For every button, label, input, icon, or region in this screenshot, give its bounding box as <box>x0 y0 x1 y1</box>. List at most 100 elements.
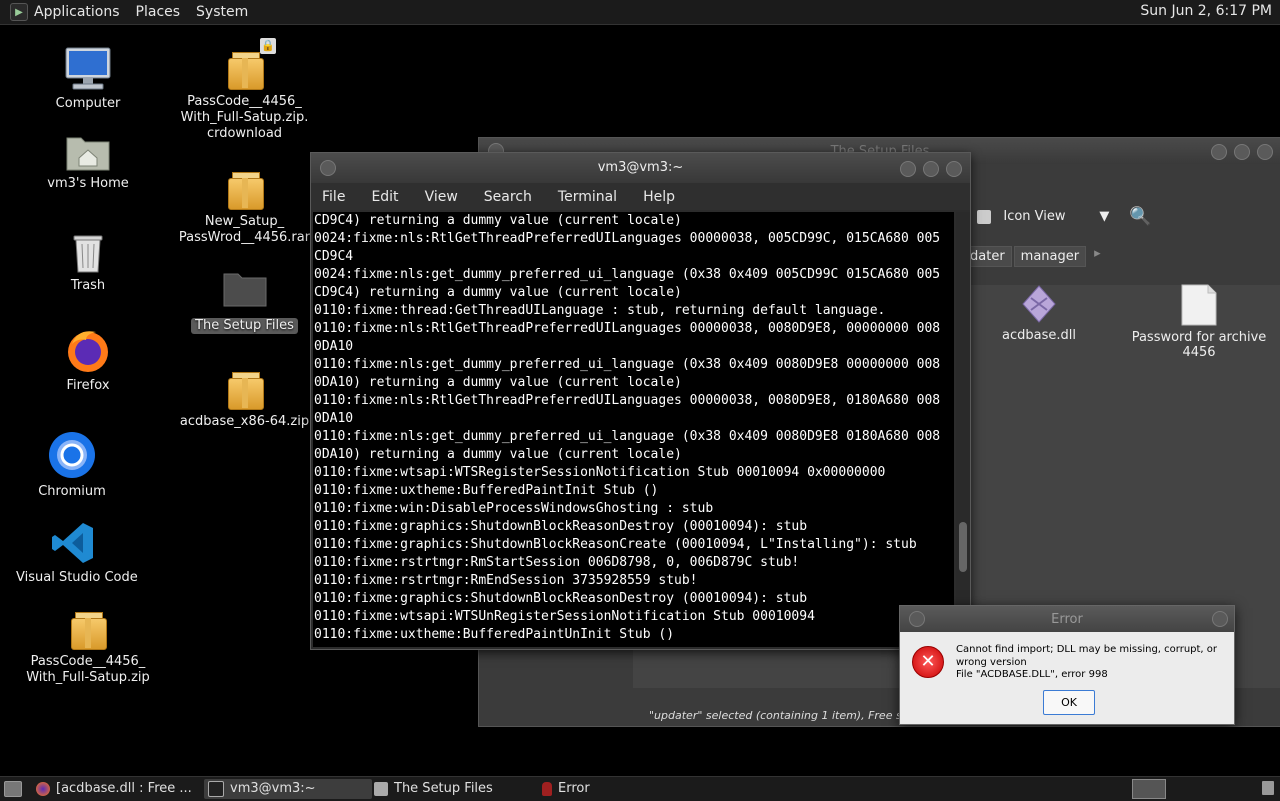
taskbar-item-error[interactable]: Error <box>542 779 662 799</box>
terminal-line: 0110:fixme:wtsapi:WTSRegisterSessionNoti… <box>314 465 886 480</box>
desktop-icon-label: acdbase_x86-64.zip <box>179 414 310 429</box>
menu-help[interactable]: Help <box>643 189 675 205</box>
dialog-title: Error <box>1051 612 1083 627</box>
desktop-icon-new-satup-rar[interactable]: New_Satup_ PassWrod__4456.rar <box>172 172 317 246</box>
archive-icon <box>71 612 107 650</box>
terminal-menubar: File Edit View Search Terminal Help <box>311 183 970 210</box>
terminal-line: 0DA10) returning a dummy value (current … <box>314 375 682 390</box>
maximize-button[interactable] <box>1234 144 1250 160</box>
terminal-line: 0110:fixme:uxtheme:BufferedPaintInit Stu… <box>314 483 659 498</box>
desktop-icon-label: crdownload <box>206 126 283 141</box>
trash-applet-icon[interactable] <box>1262 781 1274 795</box>
firefox-icon <box>36 782 50 796</box>
desktop-icon-label: With_Full-Satup.zip <box>26 670 150 685</box>
clock[interactable]: Sun Jun 2, 6:17 PM <box>1140 3 1272 19</box>
ok-button[interactable]: OK <box>1043 690 1095 715</box>
task-label: The Setup Files <box>394 781 493 796</box>
terminal-line: 0110:fixme:rstrtmgr:RmStartSession 006D8… <box>314 555 800 570</box>
terminal-line: CD9C4) returning a dummy value (current … <box>314 213 682 228</box>
system-menu[interactable]: System <box>196 4 248 20</box>
desktop-icon-passcode-zip[interactable]: PassCode__4456_ With_Full-Satup.zip <box>18 612 158 686</box>
desktop-icon-passcode-crdownload[interactable]: 🔒 PassCode__4456_ With_Full-Satup.zip. c… <box>172 38 317 142</box>
desktop-icon-home[interactable]: vm3's Home <box>38 130 138 192</box>
path-button-manager[interactable]: manager <box>1013 246 1087 267</box>
terminal-line: 0110:fixme:graphics:ShutdownBlockReasonC… <box>314 537 917 552</box>
desktop-icon-computer[interactable]: Computer <box>38 46 138 112</box>
terminal-line: 0110:fixme:nls:RtlGetThreadPreferredUILa… <box>314 321 941 336</box>
applications-menu-icon[interactable]: ▶ <box>10 3 28 21</box>
show-desktop-icon[interactable] <box>4 781 22 797</box>
close-button[interactable] <box>1257 144 1273 160</box>
terminal-line: 0110:fixme:nls:get_dummy_preferred_ui_la… <box>314 357 941 372</box>
taskbar-item-firefox[interactable]: [acdbase.dll : Free ... <box>36 779 196 799</box>
archive-icon <box>227 52 264 90</box>
wine-icon <box>542 782 552 796</box>
terminal-line: CD9C4) returning a dummy value (current … <box>314 285 682 300</box>
terminal-line: 0110:fixme:graphics:ShutdownBlockReasonD… <box>314 519 808 534</box>
taskbar-item-terminal[interactable]: vm3@vm3:~ <box>204 779 372 799</box>
applications-menu[interactable]: Applications <box>34 4 120 20</box>
desktop-icon-label: Trash <box>70 278 106 293</box>
taskbar: [acdbase.dll : Free ... vm3@vm3:~ The Se… <box>0 776 1280 801</box>
terminal-line: 0DA10 <box>314 339 354 354</box>
error-message: Cannot find import; DLL may be missing, … <box>956 644 1226 682</box>
desktop-icon-setup-files[interactable]: The Setup Files <box>172 270 317 334</box>
chromium-icon <box>49 432 95 478</box>
terminal-icon <box>208 781 224 797</box>
view-mode-select[interactable]: Icon View ▼ <box>1003 209 1109 224</box>
error-icon: ✕ <box>912 646 944 678</box>
workspace-switcher[interactable] <box>1132 779 1166 799</box>
firefox-icon <box>68 331 108 372</box>
view-mode-icon <box>977 209 992 224</box>
desktop-icon-label: Computer <box>55 96 121 111</box>
maximize-button[interactable] <box>923 161 939 177</box>
close-button[interactable] <box>1212 611 1228 627</box>
chevron-right-icon[interactable]: ▸ <box>1094 246 1101 267</box>
path-bar: dater manager ▸ <box>963 246 1101 267</box>
desktop-icon-chromium[interactable]: Chromium <box>22 430 122 500</box>
terminal-line: CD9C4 <box>314 249 354 264</box>
terminal-line: 0110:fixme:rstrtmgr:RmEndSession 3735928… <box>314 573 698 588</box>
desktop-icon-label: The Setup Files <box>191 318 298 334</box>
menu-view[interactable]: View <box>425 189 458 205</box>
terminal-line: 0110:fixme:win:DisableProcessWindowsGhos… <box>314 501 714 516</box>
desktop-icon-label: vm3's Home <box>47 176 129 191</box>
minimize-button[interactable] <box>900 161 916 177</box>
error-message-line: File "ACDBASE.DLL", error 998 <box>956 669 1108 680</box>
terminal-line: 0024:fixme:nls:get_dummy_preferred_ui_la… <box>314 267 941 282</box>
places-menu[interactable]: Places <box>136 4 181 20</box>
desktop-icon-vscode[interactable]: Visual Studio Code <box>16 520 138 586</box>
computer-icon <box>65 47 111 90</box>
terminal-output[interactable]: CD9C4) returning a dummy value (current … <box>313 212 954 647</box>
terminal-scrollbar[interactable] <box>956 212 970 647</box>
dialog-titlebar[interactable]: Error <box>900 606 1234 632</box>
menu-search[interactable]: Search <box>484 189 532 205</box>
window-menu-button[interactable] <box>320 160 336 176</box>
file-item-acdbase-dll[interactable]: acdbase.dll <box>989 284 1089 343</box>
desktop-icon-label: PassCode__4456_ <box>187 94 302 109</box>
menu-file[interactable]: File <box>322 189 345 205</box>
search-icon[interactable]: 🔍 <box>1129 206 1151 227</box>
desktop-icon-label: PassCode__4456_ <box>30 654 146 669</box>
terminal-window[interactable]: vm3@vm3:~ File Edit View Search Terminal… <box>310 152 971 650</box>
terminal-line: 0DA10 <box>314 411 354 426</box>
trash-icon <box>73 235 103 273</box>
menu-edit[interactable]: Edit <box>371 189 398 205</box>
desktop-icon-firefox[interactable]: Firefox <box>38 326 138 394</box>
file-item-password-archive[interactable]: Password for archive 4456 <box>1119 284 1279 360</box>
desktop-icon-label: PassWrod__4456.rar <box>178 230 311 245</box>
terminal-line: 0DA10) returning a dummy value (current … <box>314 447 682 462</box>
minimize-button[interactable] <box>1211 144 1227 160</box>
vscode-icon <box>52 523 93 563</box>
scrollbar-thumb[interactable] <box>959 522 967 572</box>
desktop-icon-label: Chromium <box>38 484 106 499</box>
window-titlebar[interactable]: vm3@vm3:~ <box>311 153 970 183</box>
taskbar-item-setup-files[interactable]: The Setup Files <box>374 779 534 799</box>
desktop-icon-trash[interactable]: Trash <box>38 230 138 294</box>
menu-terminal[interactable]: Terminal <box>558 189 617 205</box>
window-menu-button[interactable] <box>909 611 925 627</box>
error-dialog[interactable]: Error ✕ Cannot find import; DLL may be m… <box>899 605 1235 725</box>
close-button[interactable] <box>946 161 962 177</box>
terminal-line: 0110:fixme:thread:GetThreadUILanguage : … <box>314 303 886 318</box>
desktop-icon-acdbase-zip[interactable]: acdbase_x86-64.zip <box>172 372 317 430</box>
